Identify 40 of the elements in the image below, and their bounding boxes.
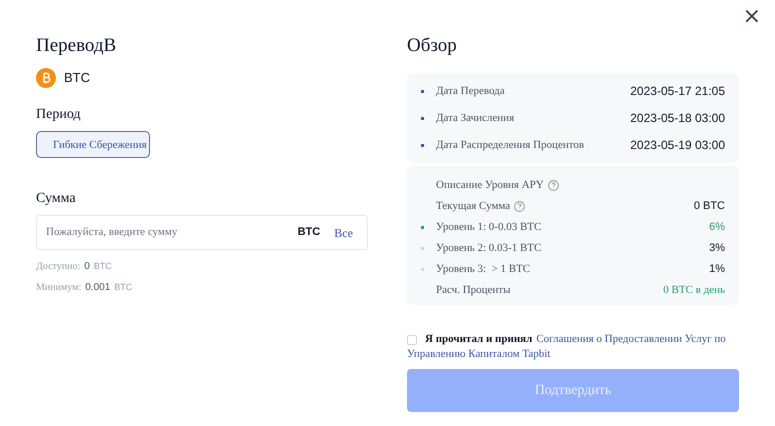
date-label: Дата Перевода: [436, 84, 505, 99]
date-label: Дата Распределения Процентов: [436, 138, 584, 153]
help-icon[interactable]: [514, 200, 526, 212]
panel-title: ПереводВ: [36, 34, 118, 58]
tier-rate: 1%: [709, 262, 725, 277]
all-button[interactable]: Все: [334, 224, 353, 242]
info-label: Минимум:: [36, 281, 82, 295]
row-value: 0 BTC: [694, 198, 725, 214]
coin-icon: [36, 68, 56, 88]
terms-link[interactable]: Соглашения о Предоставлении Услуг по: [536, 332, 726, 347]
info-label: Доступно:: [36, 260, 80, 274]
date-value: 2023-05-18 03:00: [630, 110, 725, 127]
date-value: 2023-05-19 03:00: [630, 137, 725, 154]
unit-label: BTC: [298, 225, 320, 240]
agreement-checkbox[interactable]: [407, 334, 417, 344]
info-value: 0: [84, 260, 90, 274]
coin-name: BTC: [64, 69, 90, 88]
panel-title: Обзор: [407, 34, 458, 58]
apy-title: Описание Уровня APY: [436, 178, 544, 193]
tier-rate: 6%: [709, 220, 725, 235]
unit-label: BTC: [94, 260, 112, 273]
agreement-text: Я прочитал и принял: [425, 332, 532, 347]
tier-label: Уровень 1: 0-0.03 BTC: [436, 220, 542, 235]
row-label: Расч. Проценты: [436, 282, 510, 298]
close-button[interactable]: ×: [738, 2, 765, 32]
unit-label: BTC: [114, 281, 132, 294]
info-value: 0.001: [85, 281, 110, 295]
amount-field[interactable]: Пожалуйста, введите сумму BTC Все: [36, 215, 368, 250]
help-icon[interactable]: [548, 180, 559, 190]
tier-rate: 3%: [709, 240, 725, 256]
terms-link[interactable]: Управлению Капиталом Tapbit: [407, 347, 550, 362]
section-label: Сумма: [36, 190, 76, 208]
tier-label: Уровень 2: 0.03-1 BTC: [436, 240, 542, 256]
period-option[interactable]: Гибкие Сбережения: [36, 131, 150, 158]
date-label: Дата Зачисления: [436, 110, 514, 126]
tier-label: Уровень 3: > 1 BTC: [436, 262, 530, 277]
row-value: 0 BTC в день: [663, 282, 725, 298]
row-label: Текущая Сумма: [436, 198, 510, 214]
date-value: 2023-05-17 21:05: [630, 83, 725, 100]
section-label: Период: [36, 106, 81, 124]
